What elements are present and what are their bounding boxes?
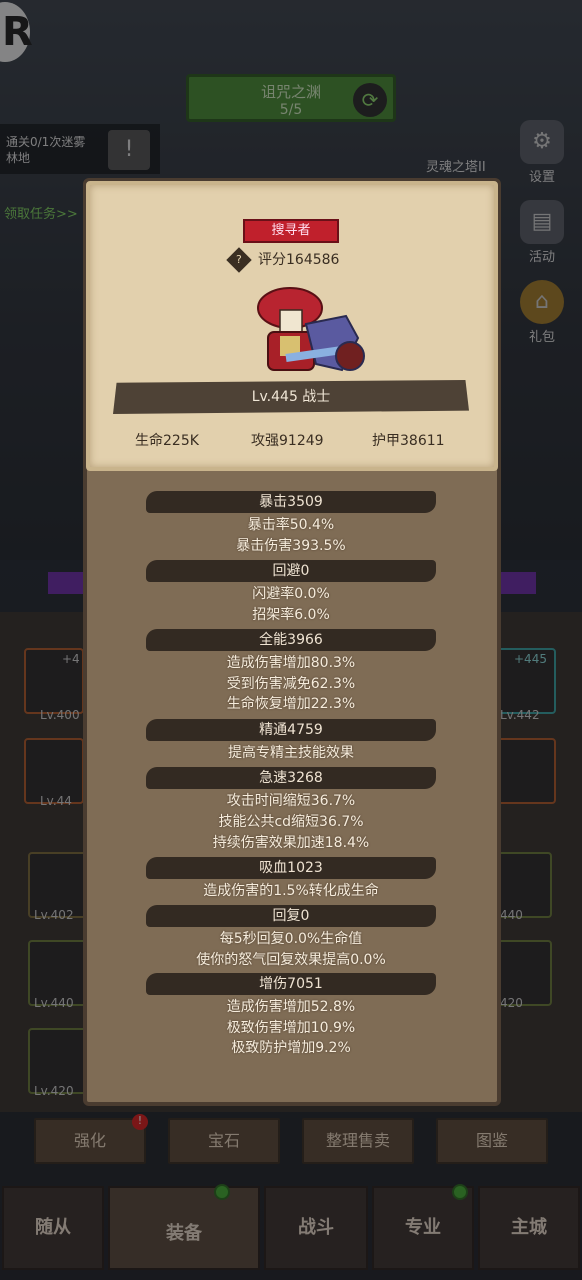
- stat-header-mastery: 精通4759: [146, 719, 436, 741]
- stat-header-haste: 急速3268: [146, 767, 436, 789]
- stat-line: 使你的怒气回复效果提高0.0%: [196, 952, 386, 968]
- stat-armor: 护甲38611: [372, 433, 445, 449]
- role-tag: 搜寻者: [243, 219, 339, 243]
- stat-hp: 生命225K: [135, 433, 199, 449]
- stat-header-regen: 回复0: [146, 905, 436, 927]
- stat-header-crit: 暴击3509: [146, 491, 436, 513]
- stat-line: 受到伤害减免62.3%: [226, 676, 356, 692]
- help-icon[interactable]: ?: [226, 247, 252, 273]
- stat-line: 闪避率0.0%: [252, 586, 330, 602]
- stat-line: 造成伤害增加80.3%: [226, 655, 356, 671]
- game-screen: R 诅咒之渊 5/5 ⟳ 通关0/1次迷雾林地 ! 领取任务>> 灵魂之塔II …: [0, 0, 582, 1280]
- stat-header-versatility: 全能3966: [146, 629, 436, 651]
- stat-line: 造成伤害增加52.8%: [226, 999, 356, 1015]
- level-class-bar: Lv.445 战士: [113, 380, 469, 414]
- stat-line: 提高专精主技能效果: [228, 745, 354, 761]
- stat-line: 造成伤害的1.5%转化成生命: [203, 883, 379, 899]
- stat-header-damage-boost: 增伤7051: [146, 973, 436, 995]
- score-value: 评分164586: [258, 252, 340, 268]
- stat-line: 极致防护增加9.2%: [231, 1040, 351, 1056]
- score-row: ? 评分164586: [226, 247, 340, 273]
- stat-line: 持续伤害效果加速18.4%: [212, 835, 370, 851]
- stat-header-lifesteal: 吸血1023: [146, 857, 436, 879]
- stat-line: 极致伤害增加10.9%: [226, 1020, 356, 1036]
- stat-line: 每5秒回复0.0%生命值: [219, 931, 363, 947]
- hero-portrait: [257, 287, 365, 372]
- stat-line: 暴击率50.4%: [247, 517, 335, 533]
- stat-line: 暴击伤害393.5%: [236, 538, 346, 554]
- stat-line: 攻击时间缩短36.7%: [226, 793, 356, 809]
- stat-attack: 攻强91249: [251, 433, 324, 449]
- stat-header-evasion: 回避0: [146, 560, 436, 582]
- stat-line: 招架率6.0%: [252, 607, 330, 623]
- stat-line: 生命恢复增加22.3%: [226, 696, 356, 712]
- stat-line: 技能公共cd缩短36.7%: [218, 814, 364, 830]
